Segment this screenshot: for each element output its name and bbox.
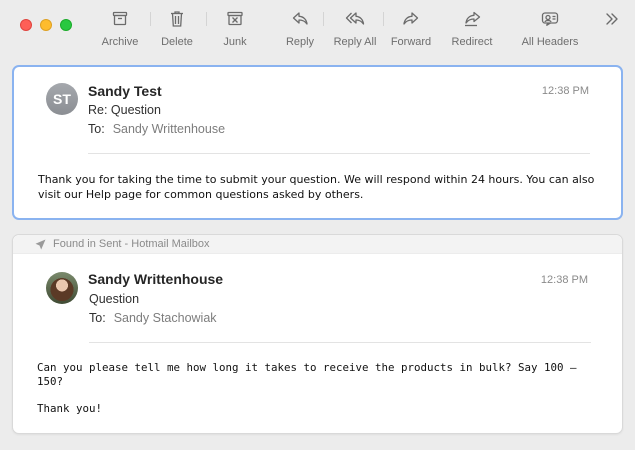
minimize-window-button[interactable] [40,19,52,31]
forward-label: Forward [390,36,432,48]
reply-icon [292,12,308,25]
message-body-signoff: Thank you! [37,401,103,415]
reply-label: Reply [285,36,315,48]
recipient-address[interactable]: Sandy Stachowiak [114,311,217,325]
subject: Question [89,292,140,306]
delete-button[interactable]: Delete [158,10,196,54]
subject: Re: Question [88,103,161,117]
junk-label: Junk [223,36,247,48]
chevron-double-right-icon [606,13,618,25]
recipient-line: To: Sandy Writtenhouse [88,122,225,136]
junk-icon [227,11,243,26]
reply-all-button[interactable]: Reply All [330,10,380,54]
forward-button[interactable]: Forward [388,10,434,54]
reply-button[interactable]: Reply [282,10,318,54]
archive-icon [112,11,128,26]
archive-label: Archive [101,36,139,48]
avatar-initials: ST [53,91,71,107]
trash-icon [171,11,183,27]
toolbar-separator [206,12,207,26]
found-in-banner: Found in Sent - Hotmail Mailbox [13,235,622,254]
toolbar-separator [323,12,324,26]
toolbar-separator [150,12,151,26]
to-label: To: [89,311,106,325]
all-headers-label: All Headers [521,36,579,48]
reply-all-label: Reply All [333,36,377,48]
avatar: ST [46,83,78,115]
redirect-label: Redirect [451,36,493,48]
sender-name: Sandy Writtenhouse [88,271,224,287]
toolbar: Archive Delete Junk Reply Reply All Forw… [0,0,635,60]
delete-label: Delete [161,36,193,48]
recipient-line: To: Sandy Stachowiak [89,311,217,325]
redirect-icon [465,11,481,27]
message-time: 12:38 PM [540,274,588,286]
paper-plane-icon [35,239,46,249]
message-body: Can you please tell me how long it takes… [37,361,597,429]
header-divider [88,153,590,154]
to-label: To: [88,122,105,136]
avatar [46,272,78,304]
message-body-paragraph: Can you please tell me how long it takes… [37,361,577,388]
junk-button[interactable]: Junk [218,10,252,54]
all-headers-button[interactable]: All Headers [518,10,582,54]
mail-window: Archive Delete Junk Reply Reply All Forw… [0,0,635,450]
found-in-text: Found in Sent - Hotmail Mailbox [53,238,210,250]
sender-name: Sandy Test [88,83,162,99]
message-card-selected[interactable]: ST Sandy Test Re: Question To: Sandy Writ… [12,65,623,220]
close-window-button[interactable] [20,19,32,31]
redirect-button[interactable]: Redirect [450,10,494,54]
archive-button[interactable]: Archive [100,10,140,54]
toolbar-separator [383,12,384,26]
forward-icon [403,12,419,25]
zoom-window-button[interactable] [60,19,72,31]
header-divider [89,342,591,343]
message-time: 12:38 PM [541,85,589,97]
all-headers-icon [541,12,559,27]
message-card[interactable]: Found in Sent - Hotmail Mailbox Sandy Wr… [12,234,623,434]
recipient-address[interactable]: Sandy Writtenhouse [113,122,225,136]
toolbar-overflow-button[interactable] [604,10,620,33]
reply-all-icon [345,12,365,25]
message-body: Thank you for taking the time to submit … [38,173,595,201]
